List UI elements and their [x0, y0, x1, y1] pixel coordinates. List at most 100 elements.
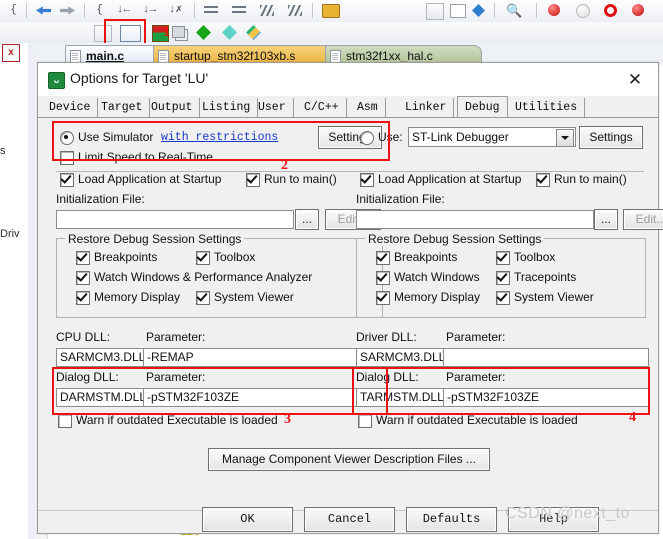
- search-icon[interactable]: 🔍: [506, 3, 522, 18]
- watermark-text: CSDN @next_to: [505, 505, 631, 522]
- manage-project-items-icon[interactable]: [196, 25, 211, 40]
- init-file-input-drv[interactable]: [356, 210, 594, 229]
- init-file-browse-button-drv[interactable]: ...: [594, 209, 618, 230]
- restore-watch-windows-checkbox-drv[interactable]: [376, 271, 390, 285]
- tab-asm[interactable]: Asm: [350, 98, 386, 117]
- ide-toolbar-lower: [0, 22, 663, 44]
- warn-outdated-checkbox-sim[interactable]: [58, 414, 72, 428]
- keil-app-icon: ᴗ: [48, 72, 65, 89]
- tab-user[interactable]: User: [251, 98, 294, 117]
- breakpoint-kill-all-icon[interactable]: [604, 4, 617, 17]
- restore-session-group-title-drv: Restore Debug Session Settings: [365, 232, 545, 246]
- restore-memory-display-checkbox-drv[interactable]: [376, 291, 390, 305]
- load-app-at-startup-checkbox-sim[interactable]: [60, 173, 74, 187]
- tab-debug[interactable]: Debug: [457, 96, 508, 119]
- tab-device[interactable]: Device: [42, 98, 99, 117]
- restore-system-viewer-checkbox-drv[interactable]: [496, 291, 510, 305]
- uncomment-block-icon[interactable]: [288, 5, 302, 16]
- navigate-forward-icon[interactable]: [60, 6, 75, 15]
- driver-dll-input[interactable]: SARMCM3.DLL: [356, 348, 445, 367]
- restore-watch-windows-label-sim: Watch Windows & Performance Analyzer: [94, 270, 313, 284]
- indent-right-icon[interactable]: ↓→: [142, 3, 157, 18]
- ide-toolbar-upper: { { ↓← ↓→ ↓✗ 🔍: [0, 0, 663, 23]
- run-to-main-checkbox-sim[interactable]: [246, 173, 260, 187]
- driver-dll-parameter-input[interactable]: [443, 348, 649, 367]
- tab-utilities[interactable]: Utilities: [508, 98, 586, 117]
- options-for-target-dialog: ᴗ Options for Target 'LU' ✕ Device Targe…: [37, 62, 663, 534]
- load-app-at-startup-label-drv: Load Application at Startup: [378, 172, 522, 186]
- restore-tracepoints-checkbox-drv[interactable]: [496, 271, 510, 285]
- annotation-box-3: [52, 367, 388, 415]
- init-file-browse-button-sim[interactable]: ...: [295, 209, 319, 230]
- batch-build-icon[interactable]: [172, 26, 185, 38]
- indent-left-icon[interactable]: ↓←: [116, 3, 131, 18]
- target-options-icon[interactable]: [450, 4, 466, 18]
- pack-installer-icon[interactable]: [246, 25, 261, 40]
- restore-toolbox-checkbox-sim[interactable]: [196, 251, 210, 265]
- load-app-at-startup-label-sim: Load Application at Startup: [78, 172, 222, 186]
- annotation-box-4: [352, 367, 650, 415]
- clear-bookmarks-icon[interactable]: ↓✗: [168, 3, 183, 18]
- annotation-box-2: [52, 121, 390, 161]
- restore-toolbox-label-drv: Toolbox: [514, 250, 556, 264]
- restore-breakpoints-label-drv: Breakpoints: [394, 250, 458, 264]
- cpu-dll-input[interactable]: SARMCM3.DLL: [56, 348, 145, 367]
- warn-outdated-label-sim: Warn if outdated Executable is loaded: [76, 413, 278, 427]
- cancel-button[interactable]: Cancel: [304, 507, 395, 532]
- breakpoint-disable-all-icon[interactable]: [632, 4, 644, 16]
- brace-icon[interactable]: {: [6, 3, 21, 18]
- restore-toolbox-checkbox-drv[interactable]: [496, 251, 510, 265]
- manage-component-viewer-button[interactable]: Manage Component Viewer Description File…: [208, 448, 490, 471]
- restore-breakpoints-checkbox-drv[interactable]: [376, 251, 390, 265]
- target-dropdown-icon[interactable]: [426, 3, 444, 20]
- dialog-tab-strip: Device Target Output Listing User C/C++ …: [38, 96, 658, 119]
- warn-outdated-label-drv: Warn if outdated Executable is loaded: [376, 413, 578, 427]
- uncomment-lines-icon[interactable]: [232, 6, 246, 15]
- restore-memory-display-checkbox-sim[interactable]: [76, 291, 90, 305]
- annotation-number-1: 1: [163, 25, 170, 40]
- comment-lines-icon[interactable]: [204, 6, 218, 15]
- open-folder-icon[interactable]: [322, 4, 340, 18]
- navigate-back-icon[interactable]: [36, 6, 51, 15]
- restore-toolbox-label-sim: Toolbox: [214, 250, 256, 264]
- ide-left-dock: [0, 43, 29, 539]
- debugger-settings-button[interactable]: Settings: [579, 126, 643, 149]
- dialog-title-bar: ᴗ Options for Target 'LU' ✕: [38, 63, 658, 96]
- breakpoint-disable-icon[interactable]: [576, 4, 590, 18]
- restore-breakpoints-checkbox-sim[interactable]: [76, 251, 90, 265]
- defaults-button[interactable]: Defaults: [406, 507, 497, 532]
- breakpoint-insert-icon[interactable]: [548, 4, 560, 16]
- close-icon[interactable]: ✕: [618, 68, 652, 92]
- tab-c-cpp[interactable]: C/C++: [297, 98, 347, 117]
- left-dock-close-button[interactable]: x: [2, 44, 20, 62]
- cpu-dll-parameter-input[interactable]: -REMAP: [143, 348, 386, 367]
- brace-match-icon[interactable]: {: [92, 3, 107, 18]
- run-to-main-label-drv: Run to main(): [554, 172, 627, 186]
- annotation-number-3: 3: [284, 412, 291, 427]
- driver-dll-label: Driver DLL:: [356, 330, 417, 344]
- restore-breakpoints-label-sim: Breakpoints: [94, 250, 158, 264]
- run-to-main-checkbox-drv[interactable]: [536, 173, 550, 187]
- ok-button[interactable]: OK: [202, 507, 293, 532]
- warn-outdated-checkbox-drv[interactable]: [358, 414, 372, 428]
- download-icon[interactable]: [472, 4, 485, 17]
- screen-root: { { ↓← ↓→ ↓✗ 🔍 1 x s Driv main.c startup…: [0, 0, 663, 539]
- cpu-dll-parameter-label: Parameter:: [146, 330, 206, 344]
- tab-listing[interactable]: Listing: [195, 98, 259, 117]
- chevron-down-icon[interactable]: [556, 129, 574, 147]
- init-file-input-sim[interactable]: [56, 210, 294, 229]
- left-dock-fragment-bottom: Driv: [0, 228, 20, 240]
- tab-target[interactable]: Target: [94, 98, 151, 117]
- tab-linker[interactable]: Linker: [398, 98, 455, 117]
- debugger-select[interactable]: ST-Link Debugger: [408, 127, 576, 147]
- comment-block-icon[interactable]: [260, 5, 274, 16]
- restore-system-viewer-checkbox-sim[interactable]: [196, 291, 210, 305]
- driver-dll-parameter-label: Parameter:: [446, 330, 506, 344]
- tab-output[interactable]: Output: [144, 98, 201, 117]
- restore-watch-windows-checkbox-sim[interactable]: [76, 271, 90, 285]
- restore-system-viewer-label-drv: System Viewer: [514, 290, 594, 304]
- init-file-edit-button-drv: Edit...: [623, 209, 663, 230]
- load-app-at-startup-checkbox-drv[interactable]: [360, 173, 374, 187]
- restore-session-group-title-sim: Restore Debug Session Settings: [65, 232, 245, 246]
- manage-run-time-env-icon[interactable]: [222, 25, 237, 40]
